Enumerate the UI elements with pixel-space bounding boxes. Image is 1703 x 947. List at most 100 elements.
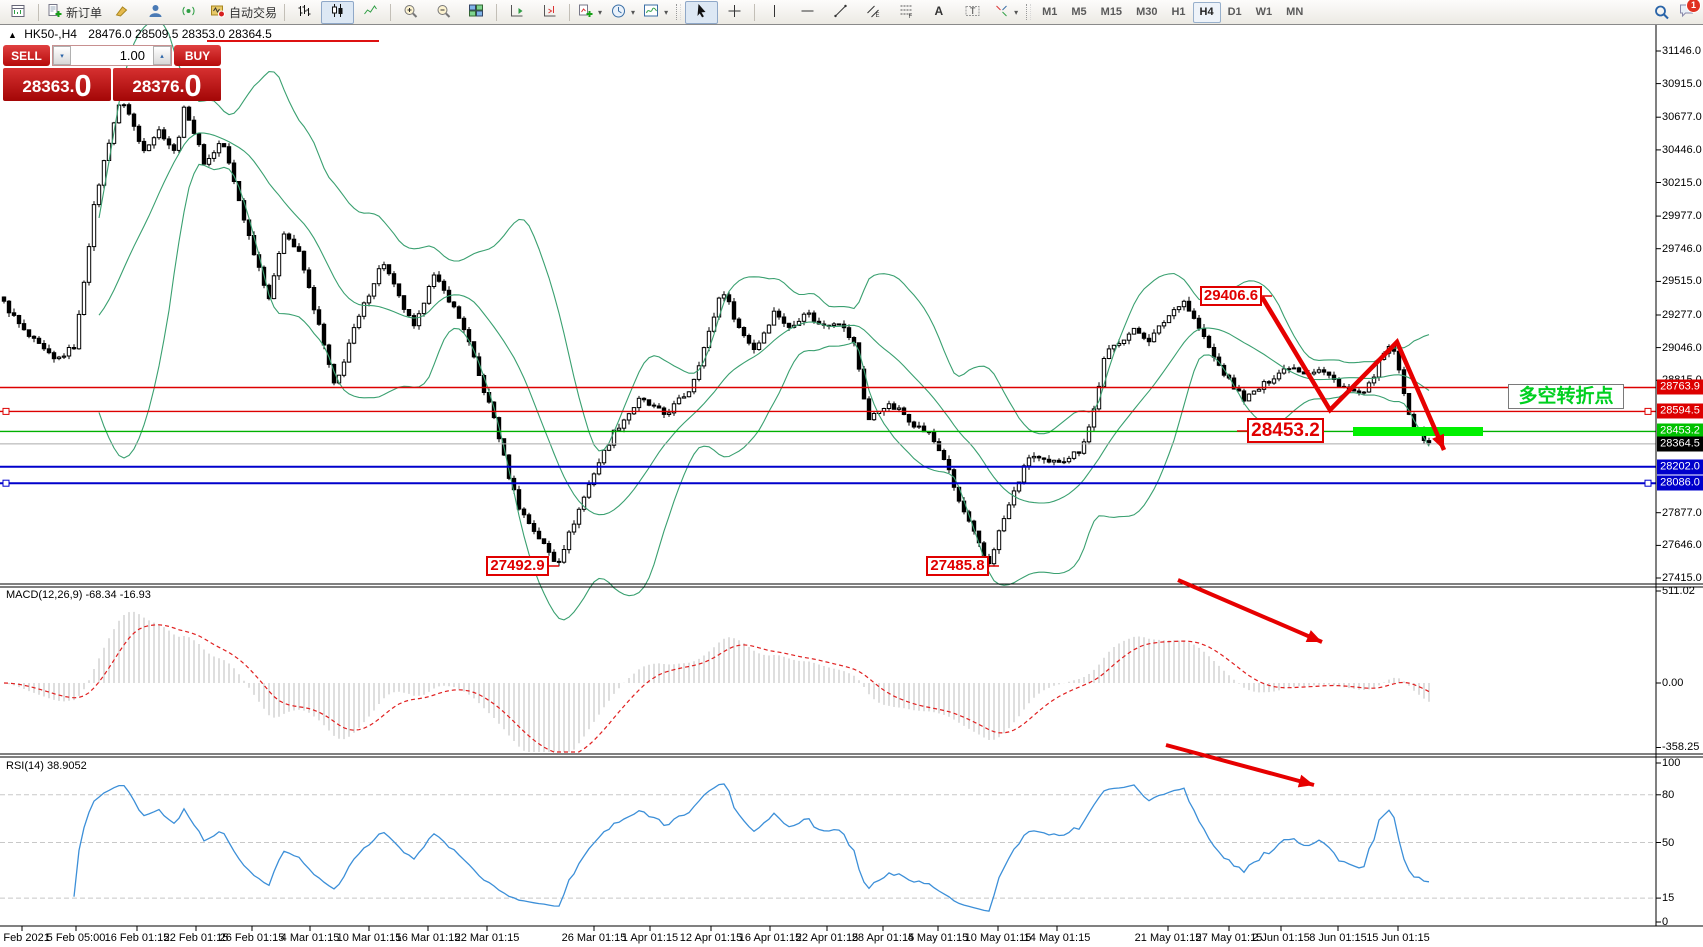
- volume-increase-button[interactable]: ▴: [153, 46, 171, 65]
- volume-decrease-button[interactable]: ▾: [53, 46, 71, 65]
- market-watch-icon: [10, 3, 27, 22]
- volume-stepper: ▾ 1.00 ▴: [52, 45, 172, 66]
- buy-price-button[interactable]: 28376. 0: [113, 68, 221, 101]
- price-axis-tick: 30215.0: [1662, 176, 1702, 189]
- profiles-icon: [147, 3, 164, 22]
- indicators-button[interactable]: ▾: [639, 1, 672, 24]
- price-tag-annotation[interactable]: 28453.2: [1247, 418, 1324, 443]
- notification-badge: 1: [1686, 0, 1701, 13]
- time-axis-label: 4 May 01:15: [907, 932, 969, 944]
- timeframe-h1-button[interactable]: H1: [1164, 2, 1192, 23]
- auto-scroll-button[interactable]: [500, 1, 533, 24]
- price-axis-tick: 27646.0: [1662, 539, 1702, 552]
- bar-chart-button[interactable]: [288, 1, 321, 24]
- styler-icon: [114, 3, 131, 22]
- sell-price-button[interactable]: 28363. 0: [3, 68, 111, 101]
- time-axis-label: 4 Mar 01:15: [280, 932, 340, 944]
- macd-axis-tick: 511.02: [1662, 585, 1695, 597]
- volume-input[interactable]: 1.00: [71, 46, 153, 65]
- trend-arrows: [549, 295, 1483, 788]
- crosshair-button[interactable]: [718, 1, 751, 24]
- rsi-indicator-label: RSI(14) 38.9052: [6, 760, 87, 772]
- buy-button[interactable]: BUY: [174, 45, 221, 66]
- time-axis-label: 21 May 01:15: [1134, 932, 1202, 944]
- note-annotation[interactable]: 多空转折点: [1508, 384, 1624, 409]
- svg-text:F: F: [909, 14, 913, 19]
- timeframe-w1-button[interactable]: W1: [1249, 2, 1280, 23]
- time-axis-label: 1 Feb 2021: [0, 932, 50, 944]
- level-price-label: 28086.0: [1657, 475, 1703, 491]
- fibonacci-icon: F: [898, 3, 915, 22]
- periods-button[interactable]: ▾: [606, 1, 639, 24]
- one-click-trading-panel: SELL ▾ 1.00 ▴ BUY 28363. 0 28376. 0: [3, 45, 221, 101]
- new-order-button[interactable]: 新订单: [42, 1, 106, 24]
- line-chart-button[interactable]: [354, 1, 387, 24]
- timeframe-m30-button[interactable]: M30: [1129, 2, 1164, 23]
- chart-shift-button[interactable]: [533, 1, 566, 24]
- candlesticks: [1, 102, 1432, 568]
- text-button[interactable]: A: [923, 1, 956, 24]
- timeframe-m15-button[interactable]: M15: [1094, 2, 1129, 23]
- chevron-down-icon: ▾: [631, 7, 636, 17]
- time-axis-label: 22 Mar 01:15: [454, 932, 520, 944]
- arrows-button[interactable]: ▾: [989, 1, 1022, 24]
- time-axis-label: 8 Jun 01:15: [1309, 932, 1367, 944]
- new-chart-button[interactable]: ▾: [573, 1, 606, 24]
- market-watch-button[interactable]: [2, 1, 35, 24]
- trendline-icon: [832, 3, 849, 22]
- tile-windows-icon: [468, 3, 485, 22]
- current-price-label: 28364.5: [1657, 436, 1703, 452]
- price-tag-annotation[interactable]: 27492.9: [486, 556, 549, 576]
- trendline-button[interactable]: [824, 1, 857, 24]
- autotrading-button[interactable]: 自动交易: [205, 1, 281, 24]
- sell-button[interactable]: SELL: [3, 45, 50, 66]
- fibonacci-button[interactable]: F: [890, 1, 923, 24]
- price-tag-annotation[interactable]: 27485.8: [926, 556, 989, 576]
- level-price-label: 28202.0: [1657, 459, 1703, 475]
- svg-text:T: T: [970, 6, 976, 16]
- time-axis-label: 16 Mar 01:15: [395, 932, 461, 944]
- toolbar-drag-handle: [1026, 4, 1032, 20]
- rsi-axis-tick: 80: [1662, 788, 1675, 801]
- collapse-arrow-icon[interactable]: ▲: [8, 30, 17, 40]
- line-chart-icon: [362, 3, 379, 22]
- notifications-button[interactable]: 1: [1678, 0, 1701, 23]
- title-underline-mark: [207, 40, 379, 42]
- price-row: 28363. 0 28376. 0: [3, 68, 221, 101]
- timeframe-h4-button[interactable]: H4: [1192, 1, 1221, 23]
- price-tag-annotation[interactable]: 29406.6: [1200, 286, 1262, 306]
- timeframe-d1-button[interactable]: D1: [1221, 2, 1249, 23]
- price-axis-tick: 31146.0: [1662, 45, 1701, 57]
- macd-axis-tick: 0.00: [1662, 677, 1684, 689]
- sell-price-pip: 0: [74, 68, 92, 103]
- price-axis-tick: 29746.0: [1662, 242, 1702, 255]
- profiles-button[interactable]: [139, 1, 172, 24]
- vertical-line-button[interactable]: [758, 1, 791, 24]
- timeframe-m1-button[interactable]: M1: [1035, 2, 1064, 23]
- new-order-icon: [46, 3, 63, 22]
- order-row: SELL ▾ 1.00 ▴ BUY: [3, 45, 221, 66]
- styler-button[interactable]: [106, 1, 139, 24]
- zoom-in-button[interactable]: [394, 1, 427, 24]
- price-axis-tick: 29515.0: [1662, 275, 1702, 288]
- timeframe-mn-button[interactable]: MN: [1279, 2, 1310, 23]
- time-axis-label: 15 Jun 01:15: [1366, 932, 1430, 944]
- chart-window[interactable]: ▲ HK50-,H4 28476.0 28509.5 28353.0 28364…: [0, 20, 1703, 947]
- time-axis-label: 16 Apr 01:15: [738, 932, 802, 944]
- signals-button[interactable]: [172, 1, 205, 24]
- timeframe-m5-button[interactable]: M5: [1064, 2, 1093, 23]
- macd-axis-tick: -358.25: [1662, 741, 1700, 754]
- svg-text:E: E: [876, 13, 880, 19]
- text-label-button[interactable]: T: [956, 1, 989, 24]
- chevron-down-icon: ▾: [1014, 7, 1019, 17]
- cursor-button[interactable]: [685, 0, 719, 24]
- horizontal-line-icon: [799, 3, 816, 22]
- candlestick-chart-button[interactable]: [321, 0, 355, 24]
- price-axis-tick: 30915.0: [1662, 77, 1702, 90]
- search-button[interactable]: [1645, 1, 1678, 24]
- tile-windows-button[interactable]: [460, 1, 493, 24]
- zoom-out-button[interactable]: [427, 1, 460, 24]
- price-axis-tick: 29977.0: [1662, 210, 1702, 223]
- horizontal-line-button[interactable]: [791, 1, 824, 24]
- equidistant-channel-button[interactable]: E: [857, 1, 890, 24]
